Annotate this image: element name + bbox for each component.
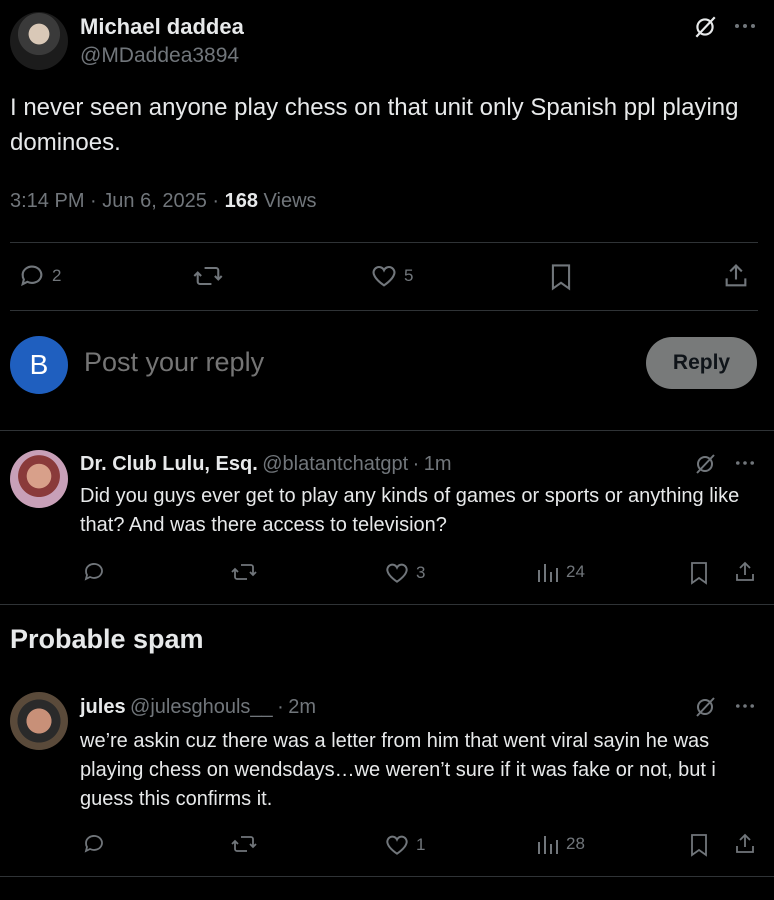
author-handle[interactable]: @MDaddea3894 — [80, 44, 239, 68]
post-meta: 3:14 PM · Jun 6, 2025 · 168 Views — [10, 190, 317, 213]
repost-icon — [192, 262, 224, 290]
meta-separator: · — [90, 190, 97, 212]
bookmark-action[interactable] — [548, 262, 574, 292]
bookmark-icon — [688, 832, 710, 858]
share-icon — [722, 262, 750, 290]
reply-text: we’re askin cuz there was a letter from … — [80, 730, 716, 810]
more-icon[interactable] — [734, 454, 756, 472]
repost-action[interactable] — [192, 262, 224, 290]
avatar[interactable] — [10, 450, 68, 508]
divider — [10, 242, 758, 243]
like-count: 1 — [416, 835, 426, 854]
repost-icon — [230, 832, 258, 856]
grok-icon[interactable] — [693, 695, 717, 719]
reply-action[interactable]: 2 — [18, 262, 61, 290]
bookmark-action[interactable] — [688, 832, 710, 858]
reply-action[interactable] — [82, 832, 106, 856]
share-icon — [733, 832, 757, 856]
meta-separator: · — [412, 453, 420, 475]
post-date[interactable]: Jun 6, 2025 — [102, 190, 207, 212]
reply-header: jules @julesghouls__ · 2m — [80, 696, 316, 719]
repost-action[interactable] — [230, 832, 258, 856]
bookmark-icon — [688, 560, 710, 586]
grok-icon[interactable] — [693, 452, 717, 476]
bookmark-action[interactable] — [688, 560, 710, 586]
share-action[interactable] — [733, 832, 757, 856]
share-action[interactable] — [733, 560, 757, 584]
reply-author-name[interactable]: Dr. Club Lulu, Esq. — [80, 453, 258, 475]
reply-count: 2 — [52, 266, 62, 285]
views-action[interactable]: 24 — [536, 560, 585, 584]
views-count: 168 — [224, 190, 258, 212]
like-action[interactable]: 5 — [370, 262, 413, 290]
reply-header: Dr. Club Lulu, Esq. @blatantchatgpt · 1m — [80, 453, 452, 476]
author-avatar[interactable] — [10, 12, 68, 70]
like-icon — [384, 832, 410, 858]
views-icon — [536, 560, 560, 584]
views-count: 24 — [566, 562, 585, 581]
reply-age[interactable]: 1m — [424, 453, 452, 475]
reply-age[interactable]: 2m — [288, 696, 316, 718]
divider — [0, 604, 774, 605]
author-display-name[interactable]: Michael daddea — [80, 14, 244, 40]
meta-separator: · — [212, 190, 220, 212]
user-avatar[interactable]: B — [10, 336, 68, 394]
views-icon — [536, 832, 560, 856]
section-title: Probable spam — [10, 624, 204, 654]
more-icon[interactable] — [733, 16, 757, 36]
post-text: I never seen anyone play chess on that u… — [10, 94, 739, 156]
reply-input[interactable] — [82, 346, 586, 379]
repost-icon — [230, 560, 258, 584]
reply-author-handle[interactable]: @blatantchatgpt — [262, 453, 408, 475]
like-count: 3 — [416, 563, 426, 582]
post-time[interactable]: 3:14 PM — [10, 190, 84, 212]
like-count: 5 — [404, 266, 414, 285]
views-action[interactable]: 28 — [536, 832, 585, 856]
repost-action[interactable] — [230, 560, 258, 584]
reply-button[interactable]: Reply — [646, 337, 757, 389]
grok-icon[interactable] — [692, 14, 718, 40]
reply-author-name[interactable]: jules — [80, 696, 126, 718]
like-icon — [384, 560, 410, 586]
views-label: Views — [263, 190, 317, 212]
meta-separator: · — [277, 696, 284, 718]
more-icon[interactable] — [734, 697, 756, 715]
like-action[interactable]: 3 — [384, 560, 425, 586]
divider — [0, 876, 774, 877]
reply-icon — [18, 262, 46, 290]
like-action[interactable]: 1 — [384, 832, 425, 858]
like-icon — [370, 262, 398, 290]
divider — [0, 430, 774, 431]
divider — [10, 310, 758, 311]
share-action[interactable] — [722, 262, 750, 290]
reply-icon — [82, 832, 106, 856]
bookmark-icon — [548, 262, 574, 292]
share-icon — [733, 560, 757, 584]
avatar[interactable] — [10, 692, 68, 750]
reply-text: Did you guys ever get to play any kinds … — [80, 485, 740, 536]
reply-action[interactable] — [82, 560, 106, 584]
reply-author-handle[interactable]: @julesghouls__ — [130, 696, 273, 718]
reply-icon — [82, 560, 106, 584]
views-count: 28 — [566, 834, 585, 853]
